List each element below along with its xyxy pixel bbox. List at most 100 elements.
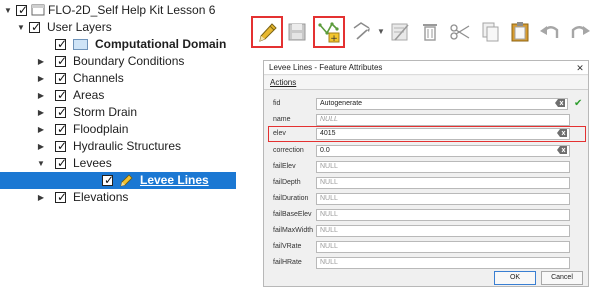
checkmark-icon: ✓ [57, 156, 68, 170]
visibility-checkbox[interactable]: ✓ [55, 139, 67, 153]
field-row-name: name NULL [264, 113, 588, 127]
paste-features-button[interactable] [507, 19, 533, 45]
field-label: fid [273, 100, 281, 107]
chevron-down-icon[interactable]: ▼ [3, 2, 13, 19]
modify-attributes-icon [391, 23, 409, 41]
delete-selected-button[interactable] [417, 19, 443, 45]
editing-pencil-icon [119, 174, 133, 187]
chevron-down-icon[interactable]: ▼ [377, 27, 385, 36]
tree-row-user-layers[interactable]: ▼ ✓ User Layers [0, 19, 236, 36]
add-line-feature-button[interactable]: + [313, 16, 345, 48]
redo-icon [571, 26, 590, 38]
ok-button[interactable]: OK [494, 271, 536, 285]
tree-row-floodplain[interactable]: ▶ ✓ Floodplain [0, 121, 236, 138]
checkmark-icon: ✓ [57, 88, 68, 102]
failbaseelev-field[interactable]: NULL [316, 209, 570, 221]
visibility-checkbox[interactable]: ✓ [55, 156, 68, 170]
field-label: name [273, 116, 291, 123]
tree-row-storm-drain[interactable]: ▶ ✓ Storm Drain [0, 104, 236, 121]
tree-label: FLO-2D_Self Help Kit Lesson 6 [48, 3, 216, 17]
tree-row-levees[interactable]: ▼ ✓ Levees [0, 155, 236, 172]
tree-row-channels[interactable]: ▶ ✓ Channels [0, 70, 236, 87]
undo-button[interactable] [537, 19, 563, 45]
vertex-tool-button[interactable] [351, 19, 377, 45]
tree-row-elevations[interactable]: ▶ ✓ Elevations [0, 189, 236, 206]
field-label: failMaxWidth [273, 227, 314, 234]
clear-field-icon[interactable] [557, 129, 567, 137]
checkmark-icon: ✓ [57, 54, 68, 68]
fid-field[interactable]: Autogenerate [316, 98, 568, 110]
checkmark-icon: ✓ [18, 3, 29, 17]
tree-row-boundary-conditions[interactable]: ▶ ✓ Boundary Conditions [0, 53, 236, 70]
failhrate-field[interactable]: NULL [316, 257, 570, 269]
field-row-elev: elev 4015 [264, 127, 588, 141]
tree-label: Levees [73, 156, 112, 170]
visibility-checkbox[interactable]: ✓ [55, 54, 68, 68]
tree-row-project[interactable]: ▼ ✓ FLO-2D_Self Help Kit Lesson 6 [0, 2, 236, 19]
chevron-right-icon[interactable]: ▶ [36, 104, 46, 121]
layer-group-icon [31, 4, 45, 16]
chevron-right-icon[interactable]: ▶ [36, 121, 46, 138]
failmaxwidth-field[interactable]: NULL [316, 225, 570, 237]
visibility-checkbox[interactable]: ✓ [29, 20, 41, 34]
chevron-down-icon[interactable]: ▼ [16, 19, 26, 36]
field-label: elev [273, 130, 286, 137]
visibility-checkbox[interactable]: ✓ [55, 37, 67, 51]
cancel-button[interactable]: Cancel [541, 271, 583, 285]
field-row-correction: correction 0.0 [264, 144, 588, 158]
tree-row-hydraulic-structures[interactable]: ▶ ✓ Hydraulic Structures [0, 138, 236, 155]
visibility-checkbox[interactable]: ✓ [55, 122, 67, 136]
actions-menu[interactable]: Actions [270, 76, 296, 90]
chevron-down-icon[interactable]: ▼ [36, 155, 46, 172]
tree-label: Levee Lines [140, 173, 209, 187]
tree-row-computational-domain[interactable]: ✓ Computational Domain [0, 36, 236, 53]
failvrate-field[interactable]: NULL [316, 241, 570, 253]
tree-row-levee-lines[interactable]: ✓ Levee Lines [0, 172, 236, 189]
toggle-editing-button[interactable] [251, 16, 283, 48]
save-edits-button[interactable] [284, 19, 310, 45]
correction-field[interactable]: 0.0 [316, 145, 570, 157]
faildepth-field[interactable]: NULL [316, 177, 570, 189]
copy-features-button[interactable] [477, 19, 503, 45]
chevron-right-icon[interactable]: ▶ [36, 87, 46, 104]
field-label: failVRate [273, 243, 302, 250]
checkmark-icon: ✔ [574, 98, 583, 109]
visibility-checkbox[interactable]: ✓ [102, 173, 115, 187]
chevron-right-icon[interactable]: ▶ [36, 189, 46, 206]
redo-button[interactable] [567, 19, 593, 45]
clear-field-icon[interactable] [555, 99, 565, 107]
field-row-failbaseelev: failBaseElev NULL [264, 208, 588, 222]
name-field[interactable]: NULL [316, 114, 570, 126]
cut-features-button[interactable] [447, 19, 473, 45]
failduration-field[interactable]: NULL [316, 193, 570, 205]
modify-attributes-button[interactable] [387, 19, 413, 45]
visibility-checkbox[interactable]: ✓ [16, 3, 29, 17]
tree-label: Areas [73, 88, 105, 102]
elev-field[interactable]: 4015 [316, 128, 570, 140]
tree-label: Storm Drain [73, 105, 138, 119]
chevron-right-icon[interactable]: ▶ [36, 70, 46, 87]
chevron-right-icon[interactable]: ▶ [36, 53, 46, 70]
close-icon[interactable]: ✕ [575, 63, 585, 73]
copy-icon [482, 22, 499, 42]
checkmark-icon: ✓ [57, 190, 68, 204]
tree-label: Elevations [73, 190, 129, 204]
cut-icon [450, 24, 470, 40]
add-line-feature-icon: + [318, 22, 340, 44]
checkmark-icon: ✓ [104, 173, 115, 187]
field-label: failDepth [273, 179, 301, 186]
polygon-symbol-icon [73, 39, 88, 50]
layers-panel: ▼ ✓ FLO-2D_Self Help Kit Lesson 6 ▼ ✓ Us… [0, 0, 236, 287]
visibility-checkbox[interactable]: ✓ [55, 88, 68, 102]
tree-label: Channels [73, 71, 124, 85]
tree-row-areas[interactable]: ▶ ✓ Areas [0, 87, 236, 104]
tree-label: Floodplain [73, 122, 129, 136]
chevron-right-icon[interactable]: ▶ [36, 138, 46, 155]
visibility-checkbox[interactable]: ✓ [55, 105, 67, 119]
clear-field-icon[interactable] [557, 146, 567, 154]
tree-label: Computational Domain [95, 37, 227, 51]
failelev-field[interactable]: NULL [316, 161, 570, 173]
visibility-checkbox[interactable]: ✓ [55, 71, 67, 85]
visibility-checkbox[interactable]: ✓ [55, 190, 68, 204]
field-label: failBaseElev [273, 211, 312, 218]
